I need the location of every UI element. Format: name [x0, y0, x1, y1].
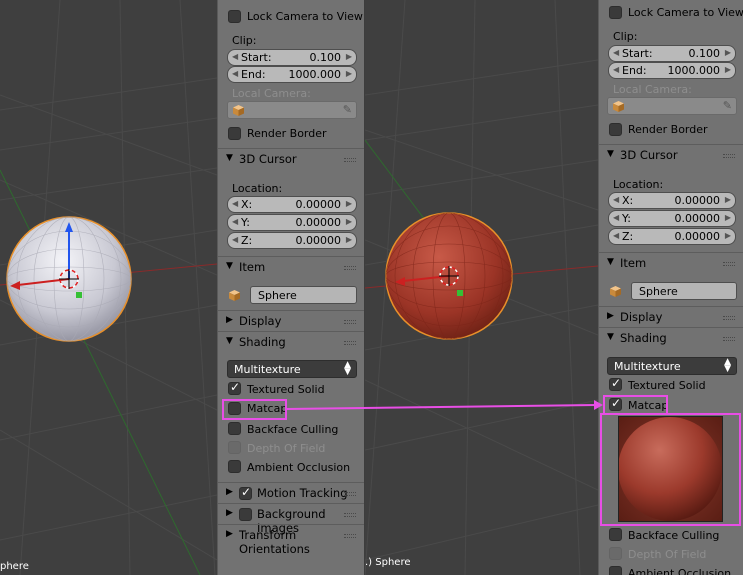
arrow-line	[286, 404, 597, 410]
arrow-head-icon	[594, 400, 603, 410]
annotation-arrow	[286, 400, 603, 410]
